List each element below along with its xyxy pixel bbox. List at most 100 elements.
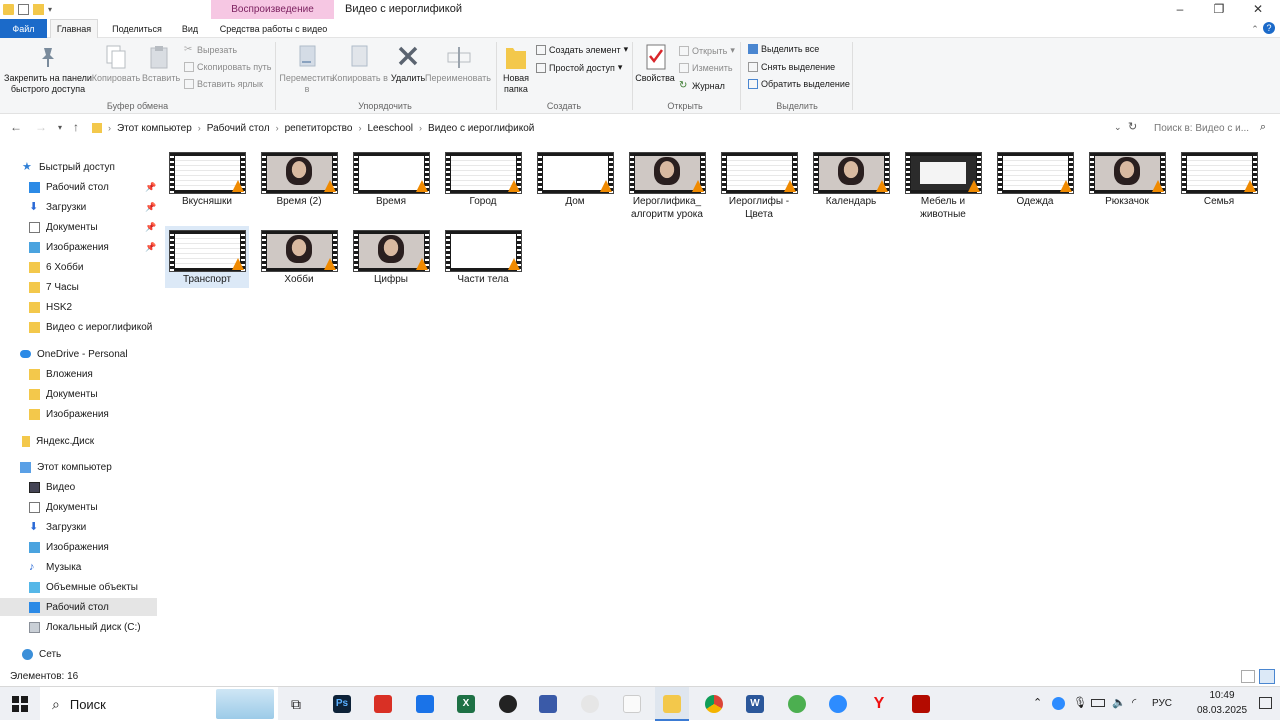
taskbar-search-box[interactable]: ⌕ Поиск (40, 687, 278, 721)
qat-dropdown-icon[interactable]: ▾ (48, 5, 52, 14)
wifi-icon[interactable]: ◜ (1132, 696, 1136, 709)
nav-yandex-disk[interactable]: Яндекс.Диск (0, 432, 157, 450)
invert-selection-button[interactable]: Обратить выделение (748, 79, 850, 89)
large-icons-view-icon[interactable] (1259, 669, 1275, 684)
pin-quick-access-button[interactable]: Закрепить на панели быстрого доступа (3, 73, 93, 95)
new-item-button[interactable]: Создать элемент ▾ (536, 44, 628, 55)
nav-pc-documents[interactable]: Документы (0, 498, 157, 516)
recent-locations-icon[interactable]: ▾ (58, 123, 62, 132)
tab-file[interactable]: Файл (0, 19, 47, 38)
chrome-icon[interactable] (705, 695, 723, 713)
nav-od-attachments[interactable]: Вложения (0, 365, 157, 383)
file-item[interactable]: Мебель и животные (901, 148, 985, 220)
volume-icon[interactable]: 🔈 (1112, 696, 1126, 709)
delete-button[interactable]: Удалить (388, 73, 428, 84)
history-button[interactable]: ↻ Журнал (679, 81, 725, 92)
refresh-icon[interactable]: ↻ (1128, 120, 1137, 133)
file-item[interactable]: Вкусняшки (165, 148, 249, 220)
file-item[interactable]: Время (2) (257, 148, 341, 220)
copy-to-button[interactable]: Копировать в (332, 73, 388, 84)
nav-qa-hobby[interactable]: 6 Хобби (0, 258, 157, 276)
tab-home[interactable]: Главная (50, 19, 98, 38)
edit-button[interactable]: Изменить (679, 63, 733, 73)
paste-shortcut-button[interactable]: Вставить ярлык (184, 79, 263, 89)
file-item[interactable]: Цифры (349, 226, 433, 288)
nav-this-pc[interactable]: Этот компьютер (0, 458, 157, 476)
file-item[interactable]: Время (349, 148, 433, 220)
new-folder-qat-icon[interactable] (33, 4, 44, 15)
breadcrumb-leeschool[interactable]: Leeschool (363, 123, 417, 134)
utorrent-icon[interactable] (788, 695, 806, 713)
back-arrow-icon[interactable]: ← (10, 120, 22, 134)
file-item[interactable]: Дом (533, 148, 617, 220)
properties-qat-icon[interactable] (18, 4, 29, 15)
details-view-icon[interactable] (1241, 670, 1255, 683)
nav-pc-downloads[interactable]: ⬇ Загрузки (0, 518, 157, 536)
file-item[interactable]: Хобби (257, 226, 341, 288)
nav-qa-downloads[interactable]: ⬇ Загрузки 📌 (0, 198, 157, 216)
file-item[interactable]: Иероглифика_ алгоритм урока (625, 148, 709, 220)
file-item[interactable]: Иероглифы - Цвета (717, 148, 801, 220)
nav-quick-access[interactable]: ★ Быстрый доступ (0, 158, 157, 176)
tab-share[interactable]: Поделиться (106, 19, 168, 38)
task-view-icon[interactable]: ⧉ (291, 696, 301, 713)
properties-button[interactable]: Свойства (634, 73, 676, 84)
context-tab-playback[interactable]: Воспроизведение (211, 0, 334, 19)
maximize-icon[interactable]: ❐ (1211, 2, 1227, 16)
file-item[interactable]: Части тела (441, 226, 525, 288)
copy-path-button[interactable]: Скопировать путь (184, 62, 271, 72)
zoom-tray-icon[interactable] (1052, 697, 1065, 710)
file-item[interactable]: Календарь (809, 148, 893, 220)
file-item[interactable]: Рюкзачок (1085, 148, 1169, 220)
breadcrumb-tutoring[interactable]: репетиторство (281, 123, 357, 134)
nav-pc-pictures[interactable]: Изображения (0, 538, 157, 556)
breadcrumb-current[interactable]: Видео с иероглификой (424, 123, 538, 134)
word-icon[interactable]: W (746, 695, 764, 713)
show-hidden-icons-icon[interactable]: ⌃ (1033, 696, 1042, 709)
ms-office-icon[interactable] (374, 695, 392, 713)
nav-qa-video[interactable]: Видео с иероглификой (0, 318, 157, 336)
forward-arrow-icon[interactable]: → (35, 120, 47, 134)
tab-view[interactable]: Вид (175, 19, 205, 38)
minimize-icon[interactable]: – (1172, 2, 1188, 16)
snipping-icon[interactable] (539, 695, 557, 713)
notifications-icon[interactable] (1259, 697, 1272, 709)
paste-button[interactable]: Вставить (142, 73, 180, 84)
tab-video-tools[interactable]: Средства работы с видео (214, 19, 333, 38)
up-arrow-icon[interactable]: ↑ (73, 120, 79, 134)
clock-date[interactable]: 08.03.2025 (1194, 705, 1250, 716)
breadcrumb-this-pc[interactable]: Этот компьютер (113, 123, 196, 134)
input-language[interactable]: РУС (1152, 698, 1172, 709)
nav-pc-desktop[interactable]: Рабочий стол (0, 598, 157, 616)
select-none-button[interactable]: Снять выделение (748, 62, 835, 72)
file-explorer-icon[interactable] (663, 695, 681, 713)
move-to-button[interactable]: Переместить в (278, 73, 336, 95)
obs-icon[interactable] (499, 695, 517, 713)
file-item[interactable]: Транспорт (165, 226, 249, 288)
clock-time[interactable]: 10:49 (1198, 690, 1246, 701)
nav-qa-pictures[interactable]: Изображения 📌 (0, 238, 157, 256)
nav-pc-music[interactable]: ♪ Музыка (0, 558, 157, 576)
address-bar[interactable]: › Этот компьютер › Рабочий стол › репети… (88, 118, 1128, 138)
file-item[interactable]: Семья (1177, 148, 1261, 220)
nav-od-pictures[interactable]: Изображения (0, 405, 157, 423)
nav-pc-video[interactable]: Видео (0, 478, 157, 496)
zoom-icon[interactable] (829, 695, 847, 713)
new-folder-button[interactable]: Новая папка (498, 73, 534, 95)
nav-od-documents[interactable]: Документы (0, 385, 157, 403)
yandex-browser-icon[interactable]: Y (870, 695, 888, 713)
open-button[interactable]: Открыть ▾ (679, 45, 735, 56)
help-icon[interactable]: ? (1263, 22, 1275, 34)
cut-button[interactable]: ✂ Вырезать (184, 45, 237, 56)
wechat-icon[interactable] (581, 695, 599, 713)
rename-button[interactable]: Переименовать (424, 73, 492, 84)
nav-qa-documents[interactable]: Документы 📌 (0, 218, 157, 236)
nav-pc-local-disk[interactable]: Локальный диск (C:) (0, 618, 157, 636)
nav-qa-hsk2[interactable]: HSK2 (0, 298, 157, 316)
nav-onedrive[interactable]: OneDrive - Personal (0, 345, 157, 363)
excel-icon[interactable]: X (457, 695, 475, 713)
windows-start-icon[interactable] (12, 696, 28, 712)
collapse-ribbon-icon[interactable]: ⌃ (1247, 22, 1263, 36)
breadcrumb-desktop[interactable]: Рабочий стол (203, 123, 274, 134)
select-all-button[interactable]: Выделить все (748, 44, 819, 54)
